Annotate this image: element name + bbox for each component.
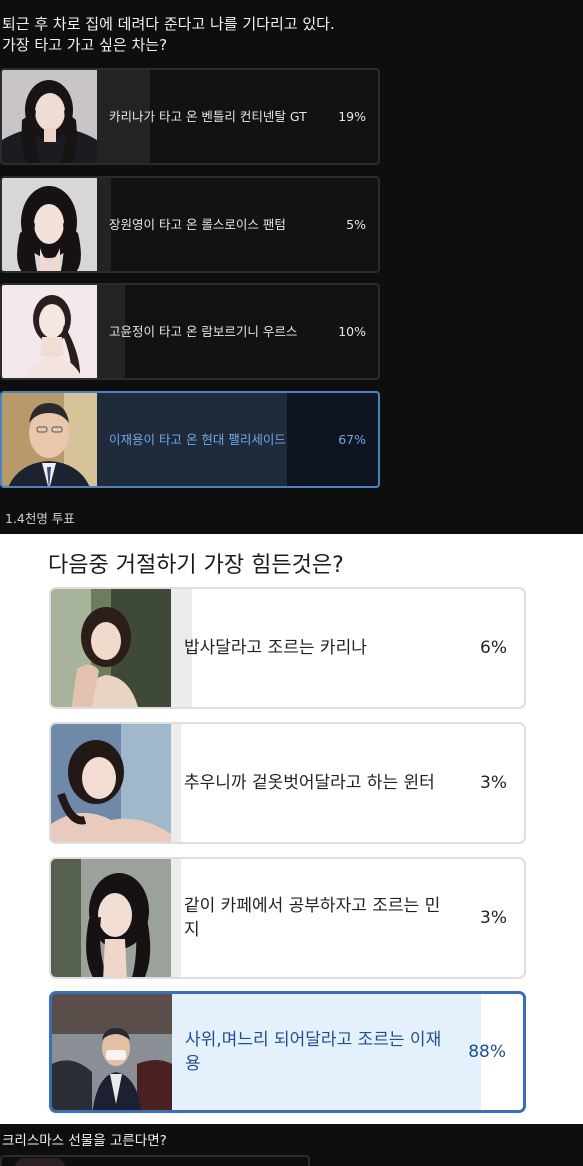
poll-option-minji[interactable]: 같이 카페에서 공부하자고 조르는 민지 3% [49,857,526,979]
option-percent: 88% [468,1042,506,1062]
option-photo [2,178,97,271]
poll-option-wonyoung-rollsroyce[interactable]: 장원영이 타고 온 롤스로이스 팬텀 5% [0,176,380,273]
option-result-fill [171,724,181,842]
poll-christmas-gift: 크리스마스 선물을 고른다면? [0,1124,583,1166]
option-percent: 19% [338,109,366,124]
option-percent: 3% [480,908,507,928]
option-label: 카리나가 타고 온 벤틀리 컨티넨탈 GT [109,108,307,124]
poll-option-winter[interactable]: 추우니까 겉옷벗어달라고 하는 윈터 3% [49,722,526,844]
option-percent: 67% [338,432,366,447]
poll-option-jaeyong[interactable]: 사위,며느리 되어달라고 조르는 이재용 88% [49,991,526,1113]
option-label: 이재용이 타고 온 현대 팰리세이드 [109,431,286,447]
option-photo [51,589,171,707]
poll-question: 크리스마스 선물을 고른다면? [2,1133,167,1149]
option-label: 사위,며느리 되어달라고 조르는 이재용 [185,1030,442,1074]
option-photo [51,724,171,842]
option-percent: 3% [480,773,507,793]
poll-option-karina-bentley[interactable]: 카리나가 타고 온 벤틀리 컨티넨탈 GT 19% [0,68,380,165]
poll-car-ride: 퇴근 후 차로 집에 데려다 준다고 나를 기다리고 있다. 가장 타고 가고 … [0,0,583,534]
option-percent: 5% [346,217,366,232]
option-photo [2,70,97,163]
option-percent: 6% [480,638,507,658]
poll-question: 다음중 거절하기 가장 힘든것은? [48,553,344,578]
option-label: 밥사달라고 조르는 카리나 [184,638,367,658]
option-photo [2,285,97,378]
option-label: 추우니까 겉옷벗어달라고 하는 윈터 [184,773,435,793]
poll-option-goyoonjung-lamborghini[interactable]: 고윤정이 타고 온 람보르기니 우르스 10% [0,283,380,380]
poll-question-line-1: 퇴근 후 차로 집에 데려다 준다고 나를 기다리고 있다. [2,15,335,33]
option-label: 고윤정이 타고 온 람보르기니 우르스 [109,323,298,339]
option-photo [52,994,172,1110]
option-label: 장원영이 타고 온 롤스로이스 팬텀 [109,216,286,232]
option-photo [2,393,97,486]
option-percent: 10% [338,324,366,339]
option-label: 같이 카페에서 공부하자고 조르는 민지 [184,896,441,940]
poll-option-jaeyong-palisade[interactable]: 이재용이 타고 온 현대 팰리세이드 67% [0,391,380,488]
poll-question: 퇴근 후 차로 집에 데려다 준다고 나를 기다리고 있다. 가장 타고 가고 … [2,14,577,56]
option-photo-partial [15,1158,65,1166]
option-result-fill [171,859,181,977]
option-photo [51,859,171,977]
vote-count: 1.4천명 투표 [5,511,75,526]
poll-option-karina[interactable]: 밥사달라고 조르는 카리나 6% [49,587,526,709]
poll-question-line-2: 가장 타고 가고 싶은 차는? [2,36,168,54]
poll-hard-to-refuse: 다음중 거절하기 가장 힘든것은? 밥사달라고 조르는 카리나 6% 추우니까 … [0,534,583,1124]
